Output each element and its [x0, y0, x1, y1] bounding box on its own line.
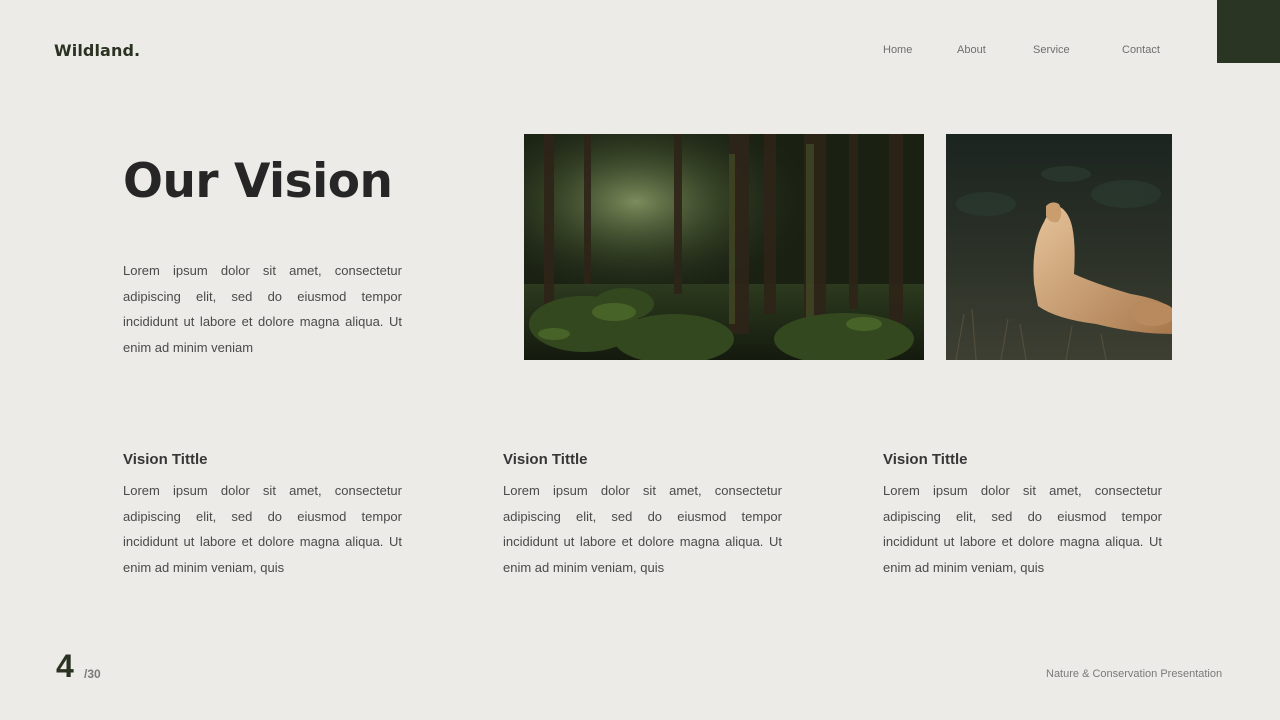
nav-home-link[interactable]: Home: [883, 44, 912, 56]
vision-column-text: Lorem ipsum dolor sit amet, consectetur …: [503, 483, 782, 575]
vision-column-title: Vision Tittle: [123, 451, 208, 468]
vision-column-title: Vision Tittle: [883, 451, 968, 468]
footer-note: Nature & Conservation Presentation: [1046, 668, 1223, 680]
nav-service-link[interactable]: Service: [1033, 44, 1070, 56]
page-title: Our Vision: [123, 154, 393, 209]
intro-paragraph: Lorem ipsum dolor sit amet, consectetur …: [123, 263, 402, 355]
lion-photo: [946, 134, 1172, 360]
vision-column-text: Lorem ipsum dolor sit amet, consectetur …: [883, 483, 1162, 575]
nav-about-link[interactable]: About: [957, 44, 986, 56]
corner-accent-block: [1217, 0, 1280, 63]
vision-column-title: Vision Tittle: [503, 451, 588, 468]
forest-photo: [524, 134, 924, 360]
nav-contact-link[interactable]: Contact: [1122, 44, 1160, 56]
brand-logo[interactable]: Wildland.: [54, 41, 140, 60]
page-number: 4: [56, 648, 74, 684]
vision-column-text: Lorem ipsum dolor sit amet, consectetur …: [123, 483, 402, 575]
page-total: /30: [84, 667, 101, 681]
